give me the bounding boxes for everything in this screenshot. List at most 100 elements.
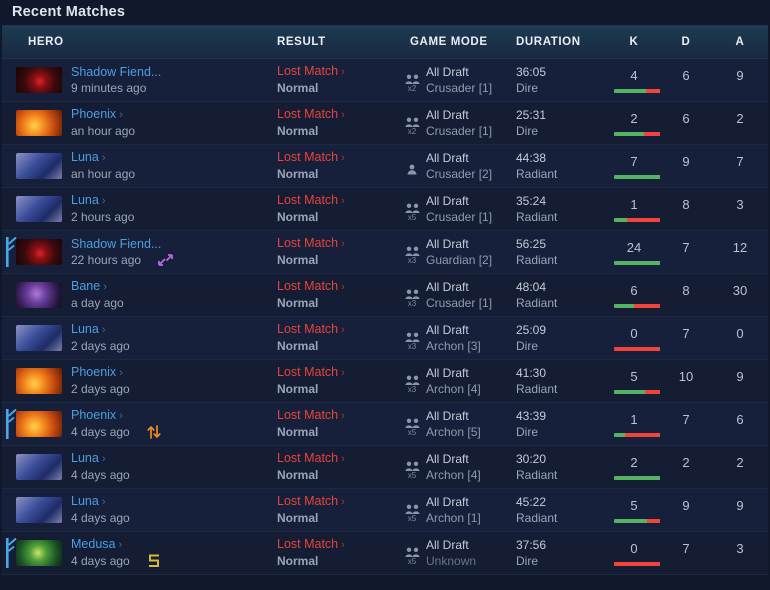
hero-name-link[interactable]: Luna ›	[71, 493, 130, 510]
result-link[interactable]: Lost Match ›	[277, 321, 402, 338]
hero-name-link[interactable]: Phoenix ›	[71, 106, 135, 123]
table-row[interactable]: Luna › 4 days ago Lost Match › Normal x5 All Dr…	[2, 488, 768, 532]
result-label: Lost Match	[277, 408, 339, 422]
hero-name-label: Medusa	[71, 537, 116, 551]
kills-bar-segment	[614, 475, 664, 480]
table-row[interactable]: Luna › 4 days ago Lost Match › Normal x5 All Dr…	[2, 445, 768, 489]
result-link[interactable]: Lost Match ›	[277, 278, 402, 295]
hero-portrait[interactable]	[16, 539, 62, 566]
result-link[interactable]: Lost Match ›	[277, 407, 402, 424]
result-label: Lost Match	[277, 64, 339, 78]
kills-value: 4	[630, 68, 638, 83]
hero-cell: Luna › 2 days ago	[2, 316, 275, 360]
result-link[interactable]: Lost Match ›	[277, 450, 402, 467]
duration-cell: 43:39 Dire	[514, 402, 608, 446]
hero-name-link[interactable]: Luna ›	[71, 192, 134, 209]
hero-name-link[interactable]: Bane ›	[71, 278, 124, 295]
result-link[interactable]: Lost Match ›	[277, 63, 402, 80]
hero-cell: Phoenix › an hour ago	[2, 101, 275, 145]
column-header-deaths[interactable]: D	[660, 26, 712, 59]
lobby-type-label: Normal	[277, 167, 319, 181]
result-link[interactable]: Lost Match ›	[277, 149, 402, 166]
table-row[interactable]: Phoenix › 2 days ago Lost Match › Normal x3 All…	[2, 359, 768, 403]
chevron-right-icon: ›	[341, 152, 345, 164]
table-row[interactable]: Medusa › 4 days ago Lost Match › Normal x5 All …	[2, 531, 768, 575]
hero-name-link[interactable]: Luna ›	[71, 149, 135, 166]
hero-name-link[interactable]: Phoenix ›	[71, 407, 162, 424]
party-size-label: x5	[407, 557, 417, 566]
result-link[interactable]: Lost Match ›	[277, 106, 402, 123]
hero-name-link[interactable]: Luna ›	[71, 321, 130, 338]
hero-name-link[interactable]: Shadow Fiend...	[71, 64, 161, 80]
deaths-value: 7	[682, 541, 690, 556]
duration-label: 30:20	[516, 451, 547, 466]
kills-bar-segment	[614, 131, 644, 136]
double-arrow-icon[interactable]	[157, 253, 174, 267]
party-size-icon: x2	[402, 117, 422, 136]
party-size-label: x5	[407, 471, 417, 480]
assists-value: 0	[736, 326, 744, 341]
result-link[interactable]: Lost Match ›	[277, 192, 402, 209]
hero-portrait[interactable]	[16, 66, 62, 93]
hero-portrait[interactable]	[16, 281, 62, 308]
party-size-label: x3	[407, 342, 417, 351]
table-row[interactable]: Phoenix › 4 days ago Lost Match › Normal x5 All…	[2, 402, 768, 446]
game-mode-cell: x2 All Draft Crusader [1]	[402, 101, 514, 145]
table-row[interactable]: Phoenix › an hour ago Lost Match › Normal x2 Al…	[2, 101, 768, 145]
row-marker-icon	[5, 236, 19, 267]
column-header-duration[interactable]: DURATION	[514, 26, 608, 59]
match-timestamp: 2 days ago	[71, 382, 130, 396]
hero-name-link[interactable]: Shadow Fiend...	[71, 236, 174, 252]
hero-name-link[interactable]: Phoenix ›	[71, 364, 130, 381]
game-mode-cell: x5 All Draft Crusader [1]	[402, 187, 514, 231]
duration-label: 56:25	[516, 236, 547, 251]
table-row[interactable]: Shadow Fiend... 22 hours ago Lost Match › No…	[2, 230, 768, 274]
deaths-cell: 6	[660, 101, 712, 145]
column-header-kills[interactable]: K	[608, 26, 660, 59]
hero-portrait[interactable]	[16, 453, 62, 480]
kills-value: 0	[630, 541, 638, 556]
column-header-game-mode[interactable]: GAME MODE	[402, 26, 514, 59]
result-link[interactable]: Lost Match ›	[277, 235, 402, 252]
table-row[interactable]: Bane › a day ago Lost Match › Normal x3 All Dra…	[2, 273, 768, 317]
deaths-cell: 7	[660, 316, 712, 360]
hero-portrait[interactable]	[16, 195, 62, 222]
hero-portrait[interactable]	[16, 496, 62, 523]
result-link[interactable]: Lost Match ›	[277, 493, 402, 510]
chevron-right-icon: ›	[341, 195, 345, 207]
table-row[interactable]: Shadow Fiend... 9 minutes ago Lost Match › N…	[2, 58, 768, 102]
hero-name-label: Luna	[71, 494, 99, 508]
match-timestamp: 4 days ago	[71, 554, 130, 568]
hero-portrait[interactable]	[16, 152, 62, 179]
party-size-label: x2	[407, 127, 417, 136]
table-row[interactable]: Luna › an hour ago Lost Match › Normal All Dra…	[2, 144, 768, 188]
result-link[interactable]: Lost Match ›	[277, 364, 402, 381]
rank-bracket-label: Archon [4]	[426, 467, 481, 482]
hero-cell: Bane › a day ago	[2, 273, 275, 317]
hero-portrait[interactable]	[16, 410, 62, 437]
match-timestamp: 4 days ago	[71, 468, 130, 482]
swap-arrows-icon[interactable]	[146, 425, 162, 439]
column-header-result[interactable]: RESULT	[275, 26, 402, 59]
column-header-assists[interactable]: A	[712, 26, 768, 59]
hero-portrait[interactable]	[16, 238, 62, 265]
hero-portrait[interactable]	[16, 367, 62, 394]
hero-portrait[interactable]	[16, 324, 62, 351]
result-link[interactable]: Lost Match ›	[277, 536, 402, 553]
team-side-label: Radiant	[516, 510, 558, 525]
game-mode-label: All Draft	[426, 150, 469, 165]
deaths-value: 10	[678, 369, 694, 384]
table-row[interactable]: Luna › 2 days ago Lost Match › Normal x3 All Dr…	[2, 316, 768, 360]
party-size-icon: x2	[402, 74, 422, 93]
lobby-type-label: Normal	[277, 425, 319, 439]
team-side-label: Dire	[516, 123, 539, 138]
rank-bracket-label: Guardian [2]	[426, 252, 493, 267]
rematch-icon[interactable]	[146, 554, 162, 568]
hero-name-link[interactable]: Luna ›	[71, 450, 130, 467]
hero-portrait[interactable]	[16, 109, 62, 136]
hero-name-link[interactable]: Medusa ›	[71, 536, 162, 553]
table-row[interactable]: Luna › 2 hours ago Lost Match › Normal x5 All D…	[2, 187, 768, 231]
column-header-hero[interactable]: HERO	[2, 26, 275, 59]
kills-cell: 5	[608, 359, 764, 403]
assists-value: 30	[732, 283, 748, 298]
